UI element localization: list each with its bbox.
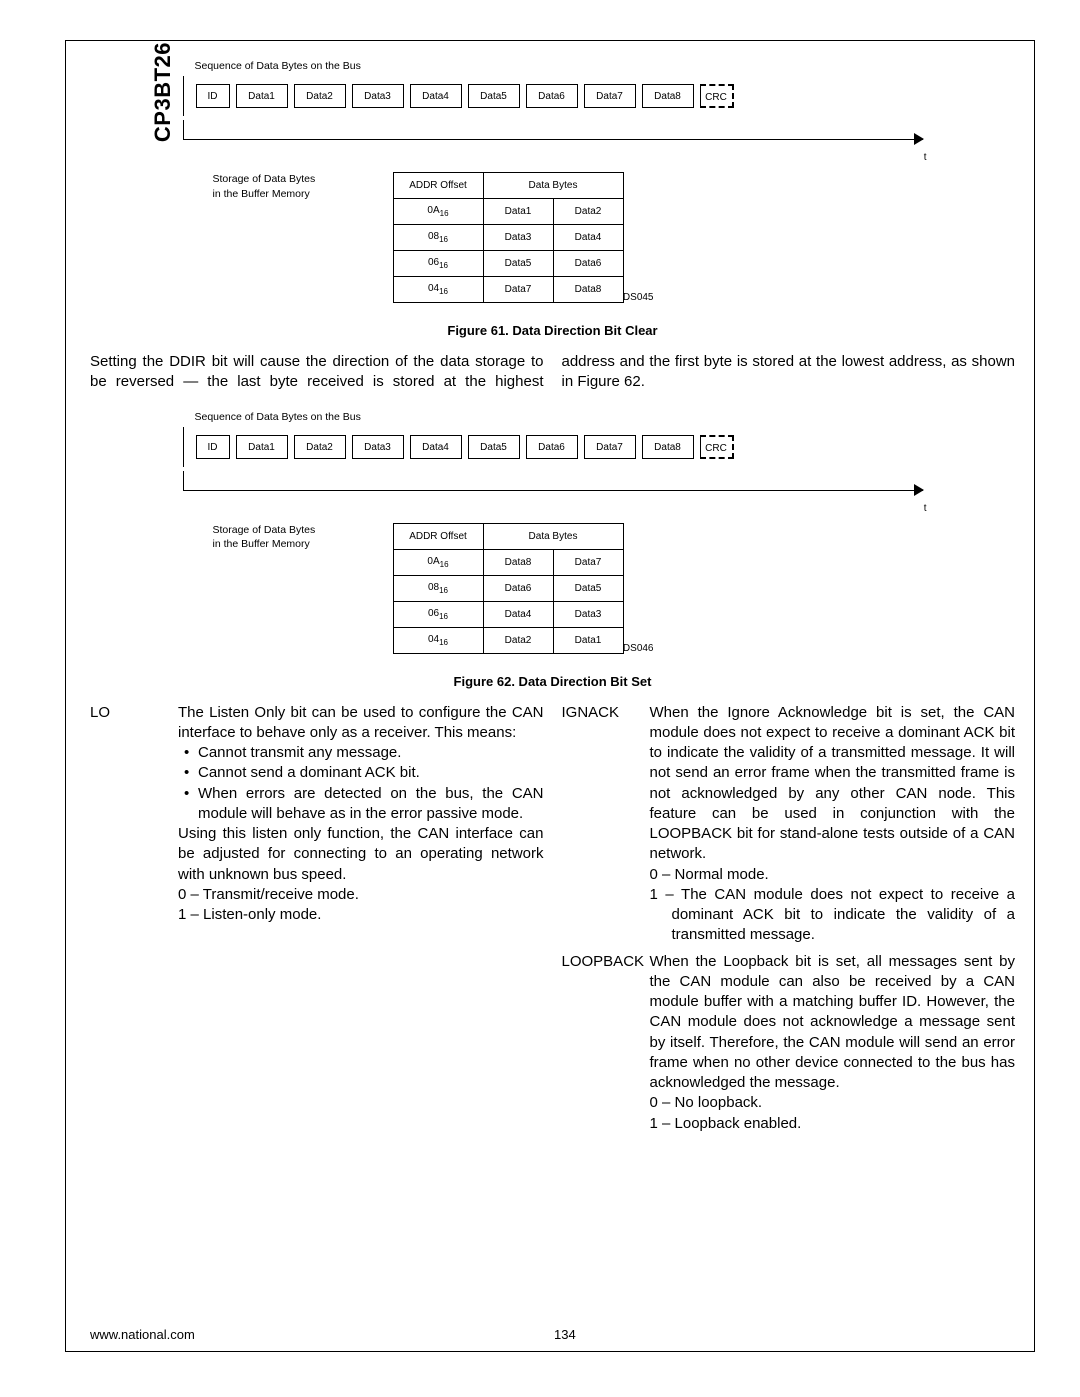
def-loopback: LOOPBACK When the Loopback bit is set, a… — [562, 952, 1016, 1134]
th-addr: ADDR Offset — [393, 173, 483, 199]
seq-d1: Data1 — [236, 84, 288, 108]
lo-bullet: Cannot send a dominant ACK bit. — [178, 763, 544, 783]
body-paragraph: Setting the DDIR bit will cause the dire… — [90, 352, 1015, 393]
seq-id: ID — [196, 435, 230, 459]
seq-title: Sequence of Data Bytes on the Bus — [183, 411, 923, 427]
ds-tag: DS046 — [623, 643, 654, 654]
th-data: Data Bytes — [483, 523, 623, 549]
body-loopback: When the Loopback bit is set, all messag… — [650, 952, 1016, 1134]
footer-page: 134 — [554, 1327, 576, 1342]
term-ignack: IGNACK — [562, 703, 650, 946]
seq-d2: Data2 — [294, 435, 346, 459]
loopback-mode0: 0 – No loopback. — [650, 1093, 1016, 1113]
memory-label: Storage of Data Bytes in the Buffer Memo… — [183, 172, 393, 303]
seq-d6: Data6 — [526, 435, 578, 459]
ignack-mode0: 0 – Normal mode. — [650, 865, 1016, 885]
seq-line: ID Data1 Data2 Data3 Data4 Data5 Data6 D… — [183, 427, 923, 467]
seq-line: ID Data1 Data2 Data3 Data4 Data5 Data6 D… — [183, 76, 923, 116]
body-lo: The Listen Only bit can be used to confi… — [178, 703, 544, 926]
seq-crc: CRC — [700, 84, 734, 108]
seq-d3: Data3 — [352, 435, 404, 459]
footer-url: www.national.com — [90, 1327, 195, 1342]
th-data: Data Bytes — [483, 173, 623, 199]
footer: www.national.com 134 — [90, 1327, 1015, 1342]
figure-61: Sequence of Data Bytes on the Bus ID Dat… — [183, 60, 923, 303]
seq-d1: Data1 — [236, 435, 288, 459]
seq-d5: Data5 — [468, 84, 520, 108]
lo-bullet: Cannot transmit any message. — [178, 743, 544, 763]
seq-d7: Data7 — [584, 84, 636, 108]
time-label: t — [924, 152, 927, 163]
lo-mode1: 1 – Listen-only mode. — [178, 905, 544, 925]
seq-d4: Data4 — [410, 435, 462, 459]
fig62-caption: Figure 62. Data Direction Bit Set — [90, 674, 1015, 689]
seq-d3: Data3 — [352, 84, 404, 108]
body-ignack: When the Ignore Acknowledge bit is set, … — [650, 703, 1016, 946]
memory-table: ADDR Offset Data Bytes 0A16Data1Data2 08… — [393, 172, 624, 303]
definitions: LO The Listen Only bit can be used to co… — [90, 703, 1015, 1140]
content: Sequence of Data Bytes on the Bus ID Dat… — [90, 60, 1015, 1337]
seq-d5: Data5 — [468, 435, 520, 459]
th-addr: ADDR Offset — [393, 523, 483, 549]
def-col-left: LO The Listen Only bit can be used to co… — [90, 703, 544, 1140]
time-arrow: t — [183, 471, 923, 491]
memory-table: ADDR Offset Data Bytes 0A16Data8Data7 08… — [393, 523, 624, 654]
memory-label: Storage of Data Bytes in the Buffer Memo… — [183, 523, 393, 654]
term-lo: LO — [90, 703, 178, 926]
ds-tag: DS045 — [623, 292, 654, 303]
fig61-caption: Figure 61. Data Direction Bit Clear — [90, 323, 1015, 338]
seq-title: Sequence of Data Bytes on the Bus — [183, 60, 923, 76]
seq-id: ID — [196, 84, 230, 108]
lo-mode0: 0 – Transmit/receive mode. — [178, 885, 544, 905]
time-label: t — [924, 503, 927, 514]
seq-crc: CRC — [700, 435, 734, 459]
def-lo: LO The Listen Only bit can be used to co… — [90, 703, 544, 926]
ignack-mode1: 1 – The CAN module does not expect to re… — [650, 885, 1016, 946]
seq-d8: Data8 — [642, 84, 694, 108]
time-arrow: t — [183, 120, 923, 140]
memory-row: Storage of Data Bytes in the Buffer Memo… — [183, 523, 923, 654]
def-col-right: IGNACK When the Ignore Acknowledge bit i… — [562, 703, 1016, 1140]
lo-bullet: When errors are detected on the bus, the… — [178, 784, 544, 825]
def-ignack: IGNACK When the Ignore Acknowledge bit i… — [562, 703, 1016, 946]
seq-d4: Data4 — [410, 84, 462, 108]
term-loopback: LOOPBACK — [562, 952, 650, 1134]
seq-d8: Data8 — [642, 435, 694, 459]
seq-d7: Data7 — [584, 435, 636, 459]
loopback-mode1: 1 – Loopback enabled. — [650, 1114, 1016, 1134]
seq-d2: Data2 — [294, 84, 346, 108]
figure-62: Sequence of Data Bytes on the Bus ID Dat… — [183, 411, 923, 654]
memory-row: Storage of Data Bytes in the Buffer Memo… — [183, 172, 923, 303]
seq-d6: Data6 — [526, 84, 578, 108]
